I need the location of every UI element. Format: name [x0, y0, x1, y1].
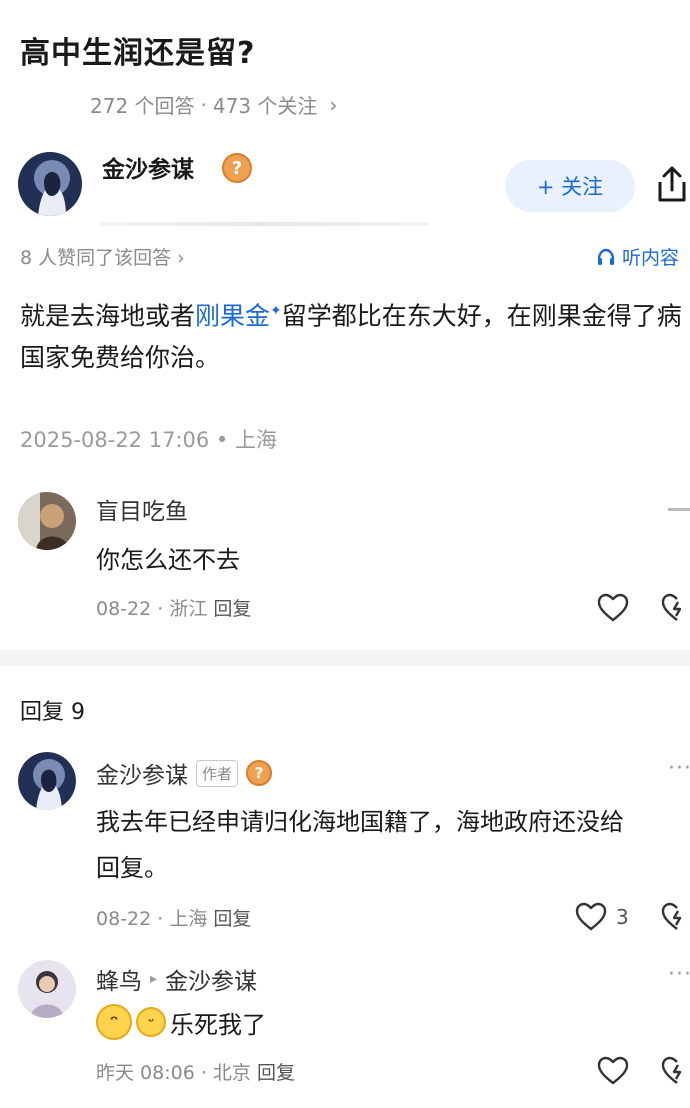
avatar-image	[18, 960, 76, 1018]
commenter-avatar[interactable]	[18, 492, 76, 550]
reply-meta: 08-22 · 上海 回复	[96, 904, 251, 931]
listen-label: 听内容	[622, 247, 680, 269]
heart-icon[interactable]	[596, 591, 630, 625]
share-forward-icon[interactable]	[660, 591, 690, 625]
reply-author-name[interactable]: 金沙参谋	[96, 756, 188, 790]
share-forward-icon[interactable]	[660, 900, 690, 934]
reply-author-avatar[interactable]	[18, 752, 76, 810]
reply-author-name[interactable]: 蜂鸟	[96, 962, 142, 996]
avatar-image	[18, 752, 76, 810]
comment-date-location: 08-22 · 浙江	[96, 598, 208, 620]
follow-button[interactable]: + 关注	[505, 160, 635, 212]
follow-label: + 关注	[536, 175, 604, 199]
reply-to-name[interactable]: 金沙参谋	[165, 962, 257, 996]
answers-count: 272 个回答	[90, 94, 195, 118]
answer-body: 就是去海地或者刚果金✦留学都比在东大好，在刚果金得了病国家免费给你治。	[20, 290, 690, 379]
heart-icon	[575, 902, 607, 931]
reply-date-location: 昨天 08:06 · 北京	[96, 1062, 251, 1084]
question-meta[interactable]: 272 个回答 · 473 个关注 ›	[90, 90, 337, 119]
answer-text-1: 就是去海地或者	[20, 301, 196, 331]
question-badge-icon: ?	[222, 153, 252, 183]
reply-meta: 昨天 08:06 · 北京 回复	[96, 1058, 295, 1085]
liked-summary[interactable]: 8 人赞同了该回答 ›	[20, 243, 185, 270]
replies-header: 回复 9	[20, 700, 85, 725]
laughing-emoji-icon: ᵔ	[96, 1004, 132, 1040]
followers-count: 473 个关注	[212, 94, 318, 118]
heart-icon[interactable]	[596, 1054, 630, 1088]
scroll-edge-indicator	[668, 508, 690, 511]
reply-text-line1: 我去年已经申请归化海地国籍了，海地政府还没给	[96, 808, 624, 836]
reply-text-line2: 回复。	[96, 854, 168, 882]
faded-divider	[100, 222, 430, 226]
headphone-icon	[597, 248, 615, 265]
avatar-image	[18, 152, 82, 216]
like-button[interactable]: 3	[574, 900, 629, 934]
commenter-name[interactable]: 盲目吃鱼	[96, 492, 188, 526]
author-avatar[interactable]	[18, 152, 82, 216]
author-name[interactable]: 金沙参谋	[102, 150, 194, 184]
reply-button[interactable]: 回复	[213, 908, 251, 930]
more-icon[interactable]: ···	[668, 756, 690, 781]
reply-button[interactable]: 回复	[257, 1062, 295, 1084]
reply-author-row: 蜂鸟 ▸ 金沙参谋	[96, 962, 257, 996]
reply-text: 乐死我了	[170, 1010, 266, 1039]
question-badge-icon: ?	[246, 760, 273, 786]
author-tag: 作者	[196, 759, 239, 787]
reply-author-row: 金沙参谋 作者 ?	[96, 756, 273, 790]
reply-button[interactable]: 回复	[213, 598, 251, 620]
more-icon[interactable]: ···	[668, 962, 690, 987]
reply-to-arrow-icon: ▸	[150, 971, 158, 987]
meta-separator: ·	[200, 92, 207, 117]
listen-button[interactable]: 听内容	[596, 243, 679, 270]
share-icon[interactable]	[654, 164, 690, 204]
share-forward-icon[interactable]	[660, 1054, 690, 1088]
answer-timestamp: 2025-08-22 17:06 • 上海	[20, 428, 277, 452]
question-title: 高中生润还是留?	[20, 36, 256, 71]
reply-author-avatar[interactable]	[18, 960, 76, 1018]
answer-link[interactable]: 刚果金	[195, 301, 270, 330]
sparkle-icon: ✦	[270, 303, 282, 319]
chevron-right-icon: ›	[329, 92, 338, 117]
comment-meta: 08-22 · 浙江 回复	[96, 594, 251, 621]
section-divider	[0, 650, 690, 666]
like-count: 3	[616, 905, 629, 929]
grin-emoji-icon: ᵕ	[136, 1007, 166, 1037]
reply-text-row: ᵔ ᵕ 乐死我了	[96, 1004, 266, 1040]
reply-date-location: 08-22 · 上海	[96, 908, 208, 930]
comment-text: 你怎么还不去	[96, 546, 240, 574]
avatar-image	[18, 492, 76, 550]
